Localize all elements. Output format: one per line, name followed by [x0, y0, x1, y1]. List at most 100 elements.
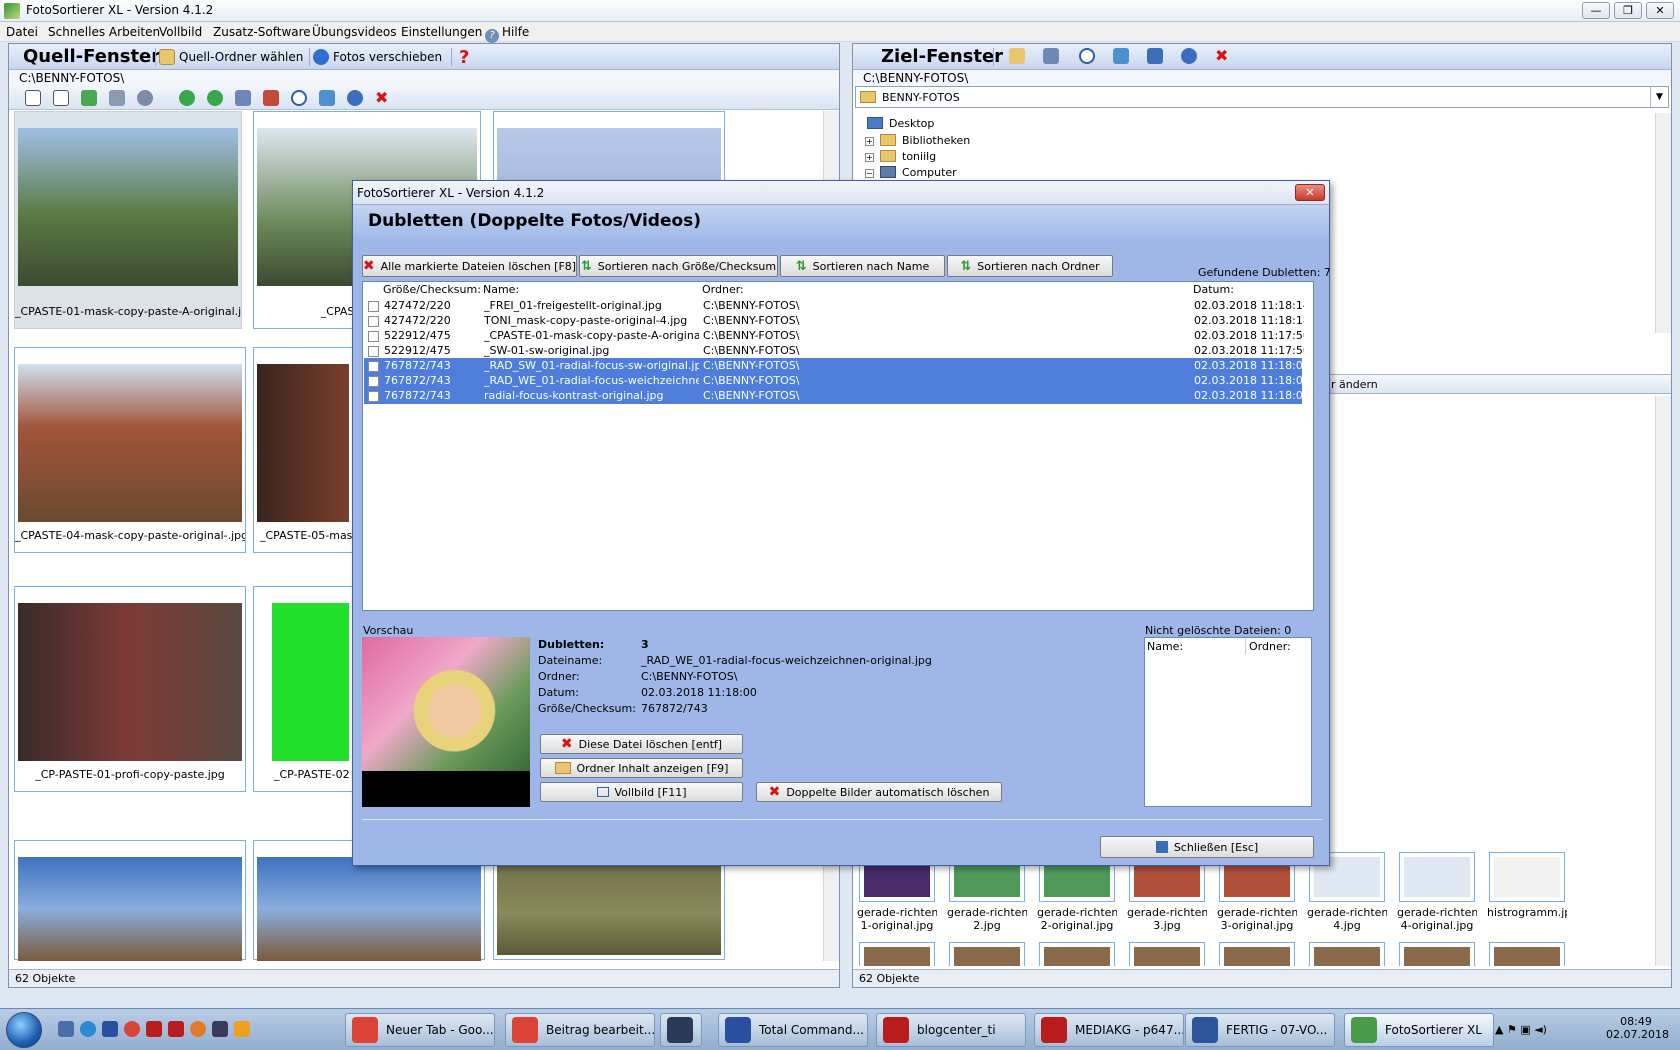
- table-row[interactable]: 767872/743 radial-focus-kontrast-original…: [364, 388, 1304, 404]
- clock[interactable]: 08:49 02.07.2018: [1606, 1015, 1669, 1041]
- expand-icon[interactable]: +: [865, 137, 874, 146]
- thumb-card[interactable]: _CP-PASTE-02: [253, 586, 353, 792]
- thumb-card[interactable]: _CP-PASTE-01-profi-copy-paste.jpg: [14, 586, 246, 792]
- office-icon[interactable]: [234, 1021, 250, 1037]
- grid-view-icon[interactable]: [109, 90, 125, 106]
- thumb-card[interactable]: [14, 840, 246, 961]
- thumb-card[interactable]: _CPASTE-05-mas: [253, 347, 353, 553]
- pumpkin-icon[interactable]: [190, 1021, 206, 1037]
- rotate-left-icon[interactable]: [179, 90, 195, 106]
- document-icon[interactable]: [263, 90, 279, 106]
- refresh-icon[interactable]: [1181, 48, 1197, 64]
- target-thumb[interactable]: histrogramm.jpg: [1487, 852, 1567, 936]
- target-thumb[interactable]: [947, 942, 1027, 966]
- tray-icons[interactable]: ▲ ⚑ ▣ ◄): [1495, 1023, 1547, 1036]
- nd-col-name[interactable]: Name:: [1147, 640, 1183, 653]
- menu-datei[interactable]: Datei: [6, 25, 38, 39]
- fullscreen-button[interactable]: Vollbild [F11]: [540, 782, 743, 802]
- collapse-icon[interactable]: −: [865, 169, 874, 178]
- sort-by-name-button[interactable]: ⇅ Sortieren nach Name: [780, 255, 945, 277]
- ie-icon[interactable]: [80, 1021, 96, 1037]
- menu-schnelles-arbeiten[interactable]: Schnelles Arbeiten: [48, 25, 160, 39]
- rename-icon[interactable]: [1043, 48, 1059, 64]
- auto-delete-duplicates-button[interactable]: ✖ Doppelte Bilder automatisch löschen: [756, 782, 1002, 802]
- table-row[interactable]: 522912/475 _CPASTE-01-mask-copy-paste-A-o…: [364, 328, 1304, 344]
- tree-item-computer[interactable]: − Computer: [865, 166, 957, 179]
- menu-vollbild[interactable]: Vollbild: [159, 25, 202, 39]
- taskbar-item[interactable]: MEDIAKG - p647...: [1034, 1013, 1184, 1047]
- table-row[interactable]: 427472/220 _FREI_01-freigestellt-original…: [364, 298, 1304, 314]
- table-row[interactable]: 767872/743 _RAD_WE_01-radial-focus-weichz…: [364, 373, 1304, 389]
- target-thumb[interactable]: gerade-richten- 4-original.jpg: [1397, 852, 1477, 936]
- tool-icon[interactable]: [212, 1021, 228, 1037]
- move-photos-button[interactable]: Fotos verschieben: [313, 48, 442, 66]
- rotate-right-icon[interactable]: [207, 90, 223, 106]
- taskbar-item[interactable]: FotoSortierer XL: [1344, 1013, 1494, 1047]
- row-checkbox[interactable]: [368, 391, 379, 402]
- tree-item-desktop[interactable]: Desktop: [867, 117, 934, 130]
- save-icon[interactable]: [102, 1021, 118, 1037]
- new-folder-icon[interactable]: [1009, 48, 1025, 64]
- row-checkbox[interactable]: [368, 331, 379, 342]
- sort-by-size-button[interactable]: ⇅ Sortieren nach Größe/Checksum: [579, 255, 778, 277]
- start-button[interactable]: [6, 1012, 42, 1048]
- row-checkbox[interactable]: [368, 316, 379, 327]
- maximize-button[interactable]: ❐: [1614, 2, 1642, 19]
- chrome-icon[interactable]: [124, 1021, 140, 1037]
- menu-uebungsvideos[interactable]: Übungsvideos: [312, 25, 397, 39]
- menu-hilfe[interactable]: ? Hilfe: [485, 25, 529, 43]
- deselect-icon[interactable]: [53, 90, 69, 106]
- target-thumb[interactable]: [1217, 942, 1297, 966]
- dialog-close-button[interactable]: ✕: [1295, 184, 1325, 201]
- refresh-icon[interactable]: [347, 90, 363, 106]
- choose-source-folder-button[interactable]: Quell-Ordner wählen: [159, 48, 303, 66]
- row-checkbox[interactable]: [368, 376, 379, 387]
- menu-zusatz-software[interactable]: Zusatz-Software: [213, 25, 311, 39]
- taskbar-item[interactable]: FERTIG - 07-VO...: [1185, 1013, 1335, 1047]
- search-icon[interactable]: [291, 90, 307, 106]
- row-checkbox[interactable]: [368, 301, 379, 312]
- target-thumb[interactable]: [1037, 942, 1117, 966]
- target-folder-select[interactable]: BENNY-FOTOS ▼: [855, 86, 1669, 108]
- sort-by-folder-button[interactable]: ⇅ Sortieren nach Ordner: [947, 255, 1113, 277]
- tree-scrollbar[interactable]: [1655, 113, 1671, 333]
- taskbar-item[interactable]: [660, 1013, 702, 1047]
- minimize-button[interactable]: —: [1582, 2, 1610, 19]
- import-icon[interactable]: [1147, 48, 1163, 64]
- thumb-card[interactable]: _CPASTE-01-mask-copy-paste-A-original.jp…: [14, 111, 242, 329]
- target-thumb[interactable]: [1487, 942, 1567, 966]
- expand-icon[interactable]: +: [865, 153, 874, 162]
- search-icon[interactable]: [1079, 48, 1095, 64]
- nd-col-folder[interactable]: Ordner:: [1249, 640, 1291, 653]
- resize-icon[interactable]: [235, 90, 251, 106]
- audio-icon[interactable]: [137, 90, 153, 106]
- row-checkbox[interactable]: [368, 361, 379, 372]
- menu-einstellungen[interactable]: Einstellungen: [401, 25, 482, 39]
- help-button[interactable]: ?: [459, 47, 469, 68]
- col-name-header[interactable]: Name:: [483, 282, 519, 298]
- target-thumb[interactable]: [1127, 942, 1207, 966]
- image-icon[interactable]: [1113, 48, 1129, 64]
- col-size-header[interactable]: Größe/Checksum:: [383, 282, 481, 298]
- delete-this-file-button[interactable]: ✖ Diese Datei löschen [entf]: [540, 734, 743, 754]
- tree-item-bibliotheken[interactable]: + Bibliotheken: [865, 134, 970, 147]
- delete-icon[interactable]: ✖: [1215, 48, 1231, 64]
- taskbar-item[interactable]: Neuer Tab - Goo...: [345, 1013, 495, 1047]
- desktop-icon[interactable]: [58, 1021, 74, 1037]
- preview-image[interactable]: [362, 637, 530, 807]
- tree-item-toniilg[interactable]: + toniilg: [865, 150, 936, 163]
- taskbar-item[interactable]: Total Command...: [718, 1013, 868, 1047]
- thumb-card[interactable]: _CPASTE-04-mask-copy-paste-original-.jpg: [14, 347, 246, 553]
- target-scrollbar[interactable]: [1655, 396, 1671, 966]
- table-row[interactable]: 522912/475 _SW-01-sw-original.jpg C:\BENNY…: [364, 343, 1304, 359]
- delete-icon[interactable]: ✖: [375, 90, 391, 106]
- delete-all-marked-button[interactable]: ✖ Alle markierte Dateien löschen [F8]: [362, 255, 577, 277]
- close-button[interactable]: ✕: [1646, 2, 1674, 19]
- target-thumb[interactable]: [857, 942, 937, 966]
- col-date-header[interactable]: Datum:: [1193, 282, 1234, 298]
- chevron-down-icon[interactable]: ▼: [1650, 87, 1668, 107]
- filezilla-icon[interactable]: [168, 1021, 184, 1037]
- close-dialog-button[interactable]: Schließen [Esc]: [1100, 836, 1314, 858]
- book-icon[interactable]: [146, 1021, 162, 1037]
- col-folder-header[interactable]: Ordner:: [702, 282, 744, 298]
